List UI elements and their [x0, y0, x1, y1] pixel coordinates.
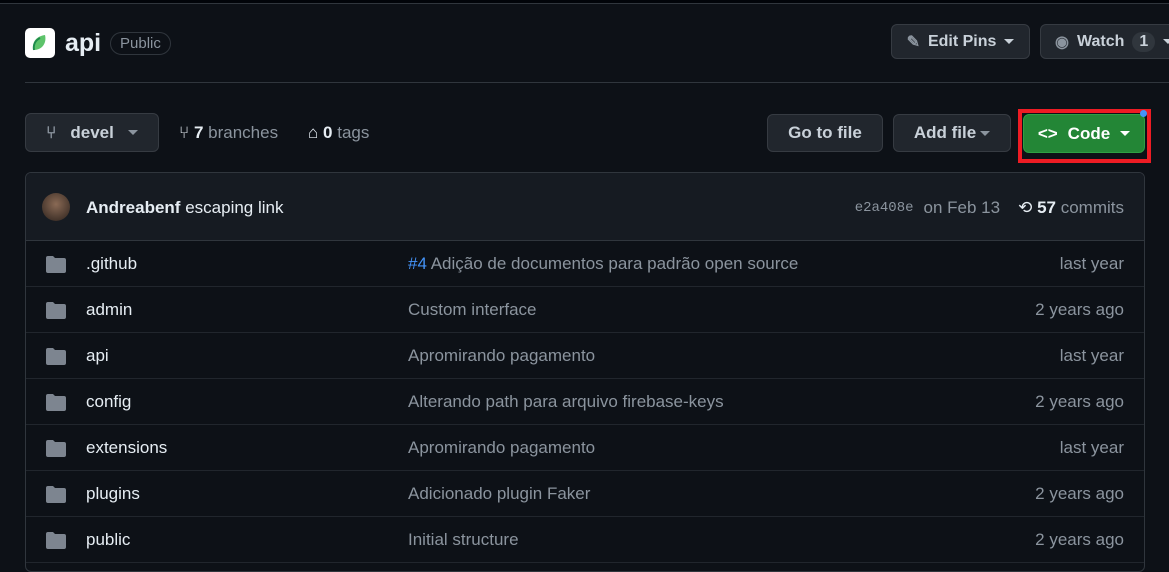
- code-icon: <>: [1037, 123, 1058, 143]
- add-file-button[interactable]: Add file: [893, 114, 1011, 152]
- file-commit-message[interactable]: Alterando path para arquivo firebase-key…: [408, 392, 724, 412]
- file-commit-message[interactable]: Apromirando pagamento: [408, 346, 595, 366]
- edit-pins-button[interactable]: ✎ Edit Pins: [891, 24, 1030, 59]
- file-time: 2 years ago: [1035, 300, 1124, 319]
- caret-down-icon: [1004, 39, 1015, 44]
- pin-icon: ✎: [906, 33, 920, 51]
- commit-sha[interactable]: e2a408e: [855, 200, 914, 216]
- header-divider: [25, 82, 1169, 83]
- folder-icon: [46, 256, 66, 273]
- file-name[interactable]: admin: [86, 300, 132, 320]
- file-row: api Apromirando pagamento last year: [26, 333, 1144, 379]
- caret-down-icon: [1163, 39, 1169, 44]
- avatar[interactable]: [42, 193, 70, 221]
- file-time: last year: [1059, 346, 1124, 365]
- file-time: 2 years ago: [1035, 530, 1124, 549]
- folder-icon: [46, 486, 66, 503]
- caret-down-icon: [980, 130, 991, 136]
- file-row: extensions Apromirando pagamento last ye…: [26, 425, 1144, 471]
- commit-author[interactable]: Andreabenf: [86, 198, 180, 217]
- folder-icon: [46, 440, 66, 457]
- commit-date: on Feb 13: [923, 198, 1001, 217]
- file-row: plugins Adicionado plugin Faker 2 years …: [26, 471, 1144, 517]
- code-button[interactable]: <> Code: [1023, 114, 1145, 153]
- file-row: public Initial structure 2 years ago: [26, 517, 1144, 563]
- notification-dot: [1140, 110, 1147, 117]
- file-time: 2 years ago: [1035, 484, 1124, 503]
- branch-selector[interactable]: ⑂ devel: [25, 113, 159, 152]
- top-border: [0, 0, 1169, 4]
- commits-link[interactable]: ⟲ 57 commits: [1018, 198, 1124, 218]
- caret-down-icon: [1120, 131, 1131, 136]
- caret-down-icon: [127, 130, 138, 135]
- file-name[interactable]: api: [86, 346, 109, 366]
- file-time: last year: [1059, 254, 1124, 273]
- history-icon: ⟲: [1018, 198, 1033, 217]
- file-commit-message[interactable]: Adicionado plugin Faker: [408, 484, 590, 504]
- file-name[interactable]: plugins: [86, 484, 140, 504]
- eye-icon: ◉: [1055, 33, 1069, 51]
- visibility-badge: Public: [110, 32, 171, 55]
- folder-icon: [46, 394, 66, 411]
- branches-link[interactable]: ⑂ 7 branches: [179, 123, 278, 143]
- file-row: admin Custom interface 2 years ago: [26, 287, 1144, 333]
- repo-logo: [25, 28, 55, 58]
- file-name[interactable]: public: [86, 530, 130, 550]
- file-name[interactable]: extensions: [86, 438, 167, 458]
- commit-message[interactable]: escaping link: [185, 198, 283, 217]
- file-row: config Alterando path para arquivo fireb…: [26, 379, 1144, 425]
- file-name[interactable]: .github: [86, 254, 137, 274]
- latest-commit: Andreabenf escaping link e2a408e on Feb …: [26, 173, 1144, 241]
- tag-icon: ⌂: [308, 123, 319, 142]
- file-table: Andreabenf escaping link e2a408e on Feb …: [25, 172, 1145, 572]
- branch-icon: ⑂: [179, 123, 190, 142]
- repo-name[interactable]: api: [65, 29, 101, 58]
- folder-icon: [46, 302, 66, 319]
- file-commit-message[interactable]: Initial structure: [408, 530, 519, 550]
- go-to-file-button[interactable]: Go to file: [767, 114, 883, 152]
- file-commit-message[interactable]: #4 Adição de documentos para padrão open…: [408, 254, 798, 274]
- tags-link[interactable]: ⌂ 0 tags: [308, 123, 369, 143]
- watch-count: 1: [1132, 31, 1156, 52]
- file-time: last year: [1059, 438, 1124, 457]
- file-time: 2 years ago: [1035, 392, 1124, 411]
- file-name[interactable]: config: [86, 392, 131, 412]
- folder-icon: [46, 532, 66, 549]
- issue-link[interactable]: #4: [408, 254, 427, 273]
- file-commit-message[interactable]: Custom interface: [408, 300, 537, 320]
- watch-button[interactable]: ◉ Watch 1: [1040, 24, 1169, 59]
- branch-icon: ⑂: [46, 122, 57, 142]
- folder-icon: [46, 348, 66, 365]
- file-commit-message[interactable]: Apromirando pagamento: [408, 438, 595, 458]
- file-row: .github #4 Adição de documentos para pad…: [26, 241, 1144, 287]
